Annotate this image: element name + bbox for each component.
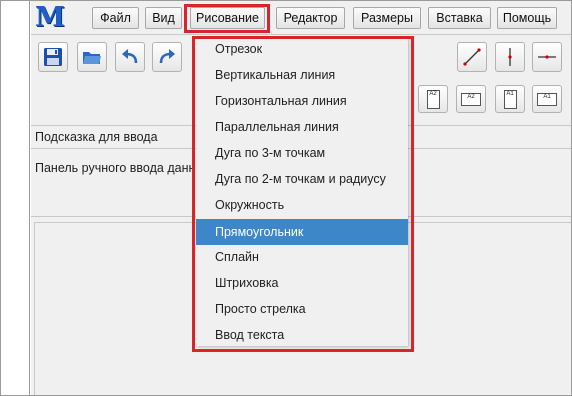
undo-icon [122, 49, 138, 64]
format-label: A2 [429, 90, 437, 97]
redo-icon [159, 49, 175, 64]
sheet-a1-landscape-icon: A1 [537, 92, 557, 106]
draw-diagonal-line-button[interactable] [457, 42, 487, 72]
menu-file[interactable]: Файл [92, 7, 139, 29]
format-a1-landscape-button[interactable]: A1 [532, 85, 562, 113]
sheet-a2-portrait-icon: A2 [426, 89, 440, 109]
menu-draw-highlight-frame [184, 4, 270, 33]
manual-input-panel-label: Панель ручного ввода данных [35, 161, 195, 175]
draw-vertical-line-button[interactable] [495, 42, 525, 72]
menu-insert[interactable]: Вставка [428, 7, 491, 29]
dropdown-highlight-frame [192, 36, 414, 352]
hint-text: Подсказка для ввода [35, 130, 158, 144]
save-button[interactable] [38, 42, 68, 72]
draw-horizontal-line-button[interactable] [532, 42, 562, 72]
diagonal-line-icon [463, 48, 481, 66]
app-logo: M [35, 2, 65, 33]
format-a2-portrait-button[interactable]: A2 [418, 85, 448, 113]
open-button[interactable] [77, 42, 107, 72]
save-icon [44, 48, 62, 66]
menu-view[interactable]: Вид [145, 7, 182, 29]
open-folder-icon [83, 52, 101, 64]
format-label: A2 [467, 93, 475, 100]
format-label: A1 [543, 93, 551, 100]
left-gutter [1, 1, 30, 395]
format-a2-landscape-button[interactable]: A2 [456, 85, 486, 113]
menu-editor[interactable]: Редактор [276, 7, 345, 29]
vertical-line-icon [508, 48, 512, 66]
redo-button[interactable] [152, 42, 182, 72]
sheet-a2-landscape-icon: A2 [461, 92, 481, 106]
format-label: A1 [506, 90, 514, 97]
format-a1-portrait-button[interactable]: A1 [495, 85, 525, 113]
horizontal-line-icon [538, 55, 556, 59]
sheet-a1-portrait-icon: A1 [503, 89, 517, 109]
undo-button[interactable] [115, 42, 145, 72]
menu-help[interactable]: Помощь [497, 7, 557, 29]
menu-dimensions[interactable]: Размеры [353, 7, 421, 29]
